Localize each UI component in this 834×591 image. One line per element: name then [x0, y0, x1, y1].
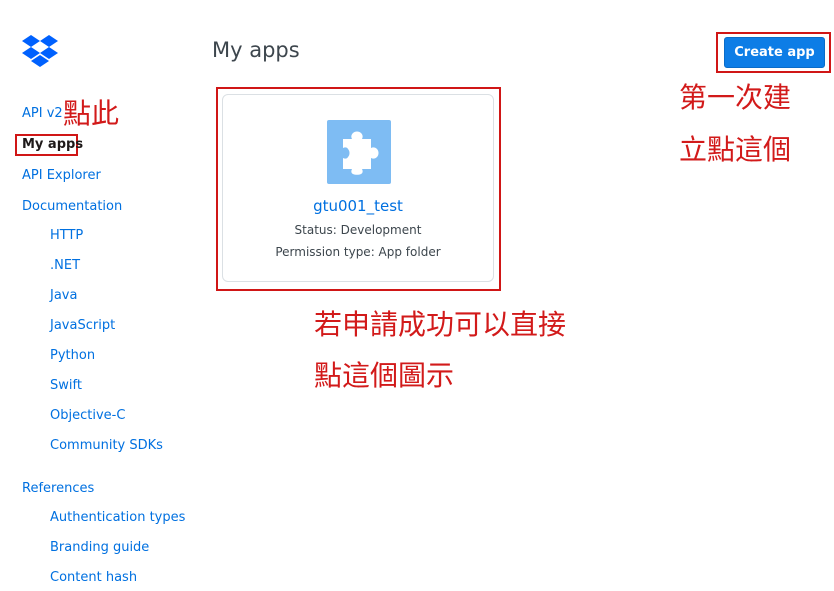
app-status: Status: Development: [294, 223, 422, 237]
annotation-success-line1: 若申請成功可以直接: [314, 308, 567, 341]
sidebar-item-python[interactable]: Python: [50, 347, 95, 365]
sidebar-item-objective-c[interactable]: Objective-C: [50, 407, 125, 425]
sidebar-item-api-v2[interactable]: API v2: [22, 105, 63, 123]
annotation-first-time-line1: 第一次建: [679, 81, 792, 114]
sidebar-item-javascript[interactable]: JavaScript: [50, 317, 115, 335]
app-name-link[interactable]: gtu001_test: [223, 196, 493, 216]
sidebar-item-branding-guide[interactable]: Branding guide: [50, 539, 149, 557]
sidebar-item-content-hash[interactable]: Content hash: [50, 569, 137, 587]
sidebar-item-api-explorer[interactable]: API Explorer: [22, 167, 101, 185]
sidebar-item-authentication-types[interactable]: Authentication types: [50, 509, 185, 527]
app-permission-type: Permission type: App folder: [275, 245, 441, 259]
sidebar-item-documentation[interactable]: Documentation: [22, 198, 122, 216]
sidebar-item-dotnet[interactable]: .NET: [50, 257, 80, 275]
annotation-click-here: 點此: [63, 97, 120, 130]
sidebar-item-community-sdks[interactable]: Community SDKs: [50, 437, 163, 455]
sidebar-item-references[interactable]: References: [22, 480, 94, 498]
annotation-success-line2: 點這個圖示: [314, 359, 455, 392]
page-title: My apps: [212, 38, 300, 62]
create-app-button[interactable]: Create app: [724, 37, 825, 68]
app-card[interactable]: gtu001_test Status: Development Permissi…: [222, 94, 494, 282]
annotation-first-time-line2: 立點這個: [679, 133, 792, 166]
sidebar-item-http[interactable]: HTTP: [50, 227, 83, 245]
sidebar-item-my-apps[interactable]: My apps: [15, 134, 83, 156]
sidebar-item-swift[interactable]: Swift: [50, 377, 82, 395]
puzzle-piece-icon[interactable]: [327, 120, 391, 184]
sidebar-item-java[interactable]: Java: [50, 287, 77, 305]
sidebar-nav: API v2 My apps API Explorer Documentatio…: [0, 0, 200, 591]
